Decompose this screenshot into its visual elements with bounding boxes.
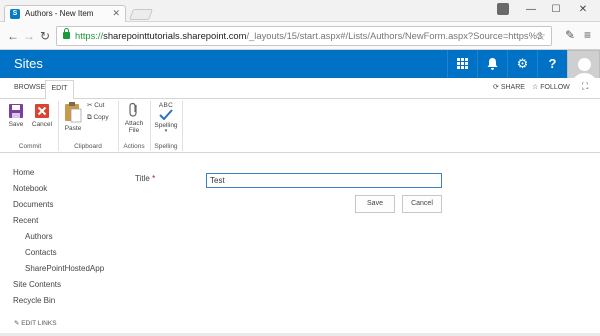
follow-button[interactable]: ☆ FOLLOW [532,83,570,91]
tab-browse[interactable]: BROWSE [14,84,45,91]
tab-edit[interactable]: EDIT [45,80,74,100]
paste-icon [65,102,82,123]
group-spelling-label: Spelling [154,143,178,150]
save-button[interactable]: Save [5,103,27,128]
nav-item-recent[interactable]: Recent [13,216,38,225]
profile-icon[interactable] [497,3,509,15]
app-launcher-icon[interactable] [447,50,477,78]
nav-item-recycle-bin[interactable]: Recycle Bin [13,296,55,305]
browser-tab[interactable]: S Authors - New Item ✕ [4,5,126,22]
group-clipboard-label: Clipboard [74,143,102,150]
browser-toolbar: ← → ↻ https://sharepointtutorials.sharep… [0,22,600,50]
required-marker: * [152,174,156,183]
spelling-button[interactable]: ABC Spelling ▾ [153,102,179,134]
forward-arrow-icon[interactable]: → [22,29,36,43]
nav-item-documents[interactable]: Documents [13,200,53,209]
share-icon: ⟳ [493,84,501,91]
ribbon-tabs: BROWSE EDIT ⟳ SHARE ☆ FOLLOW ⛶ [0,78,600,100]
title-field[interactable] [206,173,442,188]
nav-item-notebook[interactable]: Notebook [13,184,47,193]
cancel-icon [35,104,49,118]
nav-item-site-contents[interactable]: Site Contents [13,280,61,289]
tab-title: Authors - New Item [25,9,94,18]
share-button[interactable]: ⟳ SHARE [493,83,525,91]
gear-icon[interactable]: ⚙ [507,50,537,78]
focus-on-content-icon[interactable]: ⛶ [582,81,588,92]
save-icon [9,104,23,118]
cancel-button[interactable]: Cancel [30,103,54,128]
group-actions-label: Actions [123,143,145,150]
address-bar[interactable]: https://sharepointtutorials.sharepoint.c… [56,26,552,46]
attach-file-button[interactable]: Attach File [121,102,147,134]
star-icon: ☆ [532,84,541,91]
maximize-button[interactable]: ☐ [545,3,567,17]
reload-icon[interactable]: ↻ [38,29,52,43]
ribbon: Save Cancel Commit Paste ✂ Cut ⧉ Copy Cl… [0,99,600,153]
nav-item-sharepointhostedapp[interactable]: SharePointHostedApp [25,264,104,273]
copy-button[interactable]: ⧉ Copy [87,114,109,122]
close-window-button[interactable]: ✕ [572,3,594,17]
form-save-button[interactable]: Save [355,195,395,213]
checkmark-icon [159,109,173,121]
form-cancel-button[interactable]: Cancel [402,195,442,213]
bookmark-star-icon[interactable]: ☆ [535,29,546,43]
paste-button[interactable]: Paste [62,101,84,132]
browser-titlebar: S Authors - New Item ✕ — ☐ ✕ [0,0,600,22]
lock-icon [63,28,70,39]
browser-menu-icon[interactable]: ≡ [584,28,591,42]
extension-icon[interactable]: ✎ [565,28,575,42]
cut-button[interactable]: ✂ Cut [87,101,104,109]
help-icon[interactable]: ? [537,50,567,78]
nav-item-contacts[interactable]: Contacts [25,248,57,257]
edit-links-button[interactable]: ✎ EDIT LINKS [14,319,57,327]
sharepoint-favicon-icon: S [10,9,20,19]
sharepoint-suite-bar: Sites ⚙ ? [0,50,600,78]
minimize-button[interactable]: — [520,3,542,17]
group-commit-label: Commit [18,143,42,150]
paperclip-icon [129,102,137,117]
nav-item-authors[interactable]: Authors [25,232,53,241]
url-text: https://sharepointtutorials.sharepoint.c… [75,30,543,41]
title-field-label: Title * [135,174,156,183]
tab-close-icon[interactable]: ✕ [112,8,120,19]
site-title[interactable]: Sites [14,56,43,71]
new-tab-button[interactable] [128,9,154,20]
chevron-down-icon: ▾ [164,128,168,134]
nav-item-home[interactable]: Home [13,168,34,177]
bell-icon[interactable] [477,50,507,78]
back-arrow-icon[interactable]: ← [6,29,20,43]
